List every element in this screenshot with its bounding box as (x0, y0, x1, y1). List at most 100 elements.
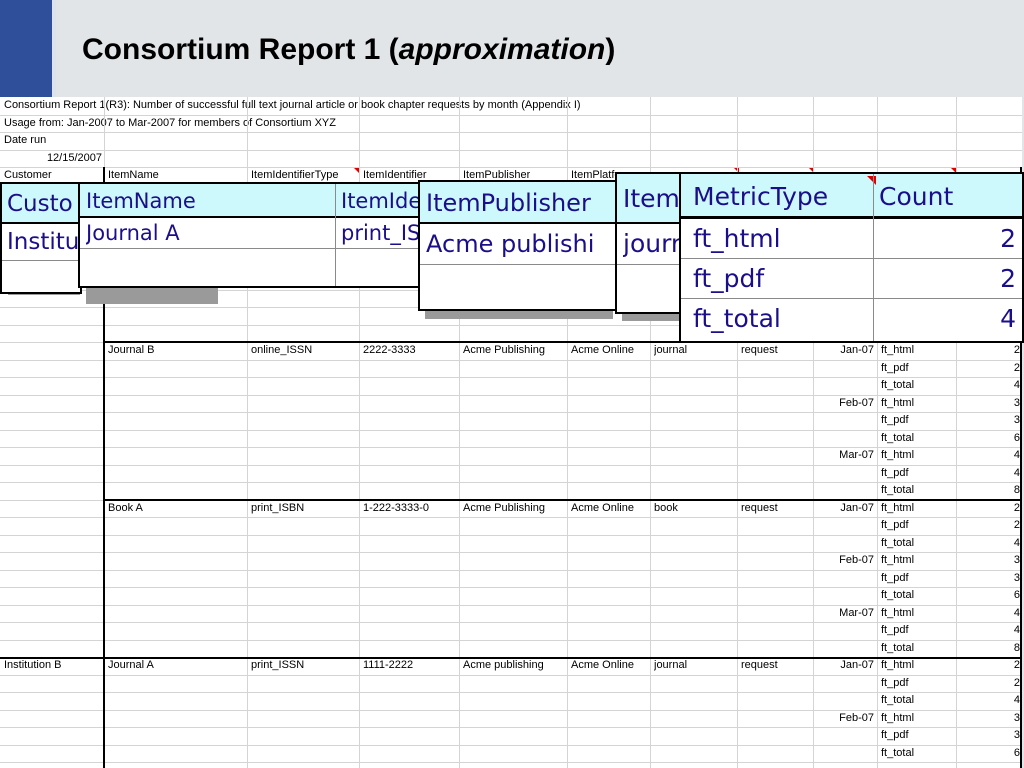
cell-publisher: Acme Publishing (463, 344, 545, 356)
cell-count: 4 (1013, 449, 1020, 461)
report-name: Consortium Report 1(R3): Number of succe… (4, 99, 581, 111)
cell-idtype: print_ISSN (251, 659, 305, 671)
gridline (0, 360, 1022, 361)
zoom-itemname-value: Journal A (86, 221, 180, 245)
cell-period (812, 412, 874, 430)
zoom-header-row: Item (617, 174, 683, 222)
cell-count: 4 (1013, 606, 1020, 619)
zoom-datatype-value: journ (623, 229, 683, 258)
cell-count: 3 (1013, 414, 1020, 426)
cell-metric: ft_total (881, 641, 915, 654)
slide-title-main: Consortium Report 1 ( (82, 33, 399, 66)
zoom-callout-item: ItemName ItemIde Journal A print_IS (78, 182, 422, 288)
zoom-header-row: ItemName ItemIde (80, 184, 420, 216)
zoom-callout-publisher: ItemPublisher Acme publishi (418, 180, 618, 311)
cell-count: 3 (1013, 729, 1020, 741)
cell-publisher: Acme Publishing (463, 501, 545, 514)
cell-metric: ft_total (881, 694, 915, 706)
cell-metric: ft_pdf (881, 624, 909, 636)
slide-title-end: ) (605, 33, 616, 66)
slide-accent-bar (0, 0, 52, 97)
cell-metric: ft_pdf (881, 361, 909, 374)
gridline (0, 377, 1022, 378)
cell-count: 4 (1013, 536, 1020, 549)
gridline (0, 675, 1022, 676)
cell-count: 8 (1013, 641, 1020, 654)
cell-count: 6 (1013, 746, 1020, 759)
gridline (0, 167, 1022, 168)
zoom-metric-value: ft_pdf (693, 264, 765, 293)
zoom-value-row: journ (617, 224, 683, 264)
cell-count: 6 (1013, 589, 1020, 601)
gridline (0, 570, 1022, 571)
cell-metric: ft_html (881, 449, 915, 461)
cell-count: 2 (1013, 501, 1020, 514)
slide-accent-strip (52, 0, 56, 97)
cell-period (812, 587, 874, 605)
zoom-value-row: Institu (2, 224, 80, 260)
cell-period (812, 377, 874, 395)
zoom-metric-row: ft_html 2 (681, 219, 1022, 259)
gridline (0, 552, 1022, 553)
cell-count: 6 (1013, 431, 1020, 444)
zoom-count-value: 2 (1000, 264, 1016, 293)
cell-count: 3 (1013, 571, 1020, 584)
zoom-customer-value: Institu (7, 229, 80, 255)
cell-period (812, 692, 874, 710)
cell-id: 2222-3333 (363, 344, 416, 356)
cell-metric: ft_html (881, 659, 915, 671)
cell-count: 3 (1013, 554, 1020, 566)
cell-period (812, 727, 874, 745)
cell-count: 2 (1013, 676, 1020, 689)
gridline (0, 727, 1022, 728)
cell-section: request (741, 344, 778, 356)
cell-metric: ft_html (881, 396, 915, 409)
gridline (0, 412, 1022, 413)
group-separator (104, 499, 1022, 501)
zoom-metric-row: ft_pdf 2 (681, 259, 1022, 299)
cell-count: 4 (1013, 694, 1020, 706)
cell-idtype: online_ISSN (251, 344, 313, 356)
cell-metric: ft_total (881, 746, 915, 759)
cell-count: 4 (1013, 624, 1020, 636)
slide-title-italic: approximation (398, 33, 606, 66)
cell-period (812, 622, 874, 640)
zoom-callout-customer: Custo Institu (0, 182, 82, 294)
zoom-value-row: Journal A print_IS (80, 218, 420, 248)
cell-period (812, 482, 874, 500)
cell-id: 1-222-3333-0 (363, 501, 430, 514)
cell-platform: Acme Online (571, 344, 634, 356)
cell-metric: ft_html (881, 501, 915, 514)
cell-period: Jan-07 (840, 501, 874, 514)
gridline (0, 150, 1022, 151)
gridline (0, 710, 1022, 711)
zoom-divider (2, 260, 80, 261)
cell-count: 3 (1013, 396, 1020, 409)
gridline (0, 132, 1022, 133)
cell-metric: ft_html (881, 711, 915, 724)
zoom-header-row: ItemPublisher (420, 182, 616, 222)
cell-metric: ft_pdf (881, 676, 909, 689)
gridline (0, 692, 1022, 693)
cell-period (812, 360, 874, 378)
cell-metric: ft_html (881, 554, 915, 566)
cell-period: Feb-07 (839, 554, 874, 566)
zoom-callout-datatype: Item journ (615, 172, 685, 314)
zoom-metric-value: ft_html (693, 224, 781, 253)
zoom-datatype-header: Item (623, 184, 680, 213)
cell-period (812, 430, 874, 448)
cell-period: Mar-07 (839, 606, 874, 619)
zoom-header-row: Custo (2, 184, 80, 222)
cell-platform: Acme Online (571, 659, 634, 671)
cell-datatype: journal (654, 344, 688, 356)
cell-period: Feb-07 (839, 711, 874, 724)
cell-count: 3 (1013, 711, 1020, 724)
cell-metric: ft_pdf (881, 414, 909, 426)
date-run-value: 12/15/2007 (46, 151, 102, 164)
gridline (0, 622, 1022, 623)
cell-metric: ft_pdf (881, 571, 909, 584)
zoom-divider (420, 264, 616, 265)
cell-customer: Institution B (4, 659, 62, 671)
cell-datatype: book (654, 501, 678, 514)
cell-platform: Acme Online (571, 501, 634, 514)
